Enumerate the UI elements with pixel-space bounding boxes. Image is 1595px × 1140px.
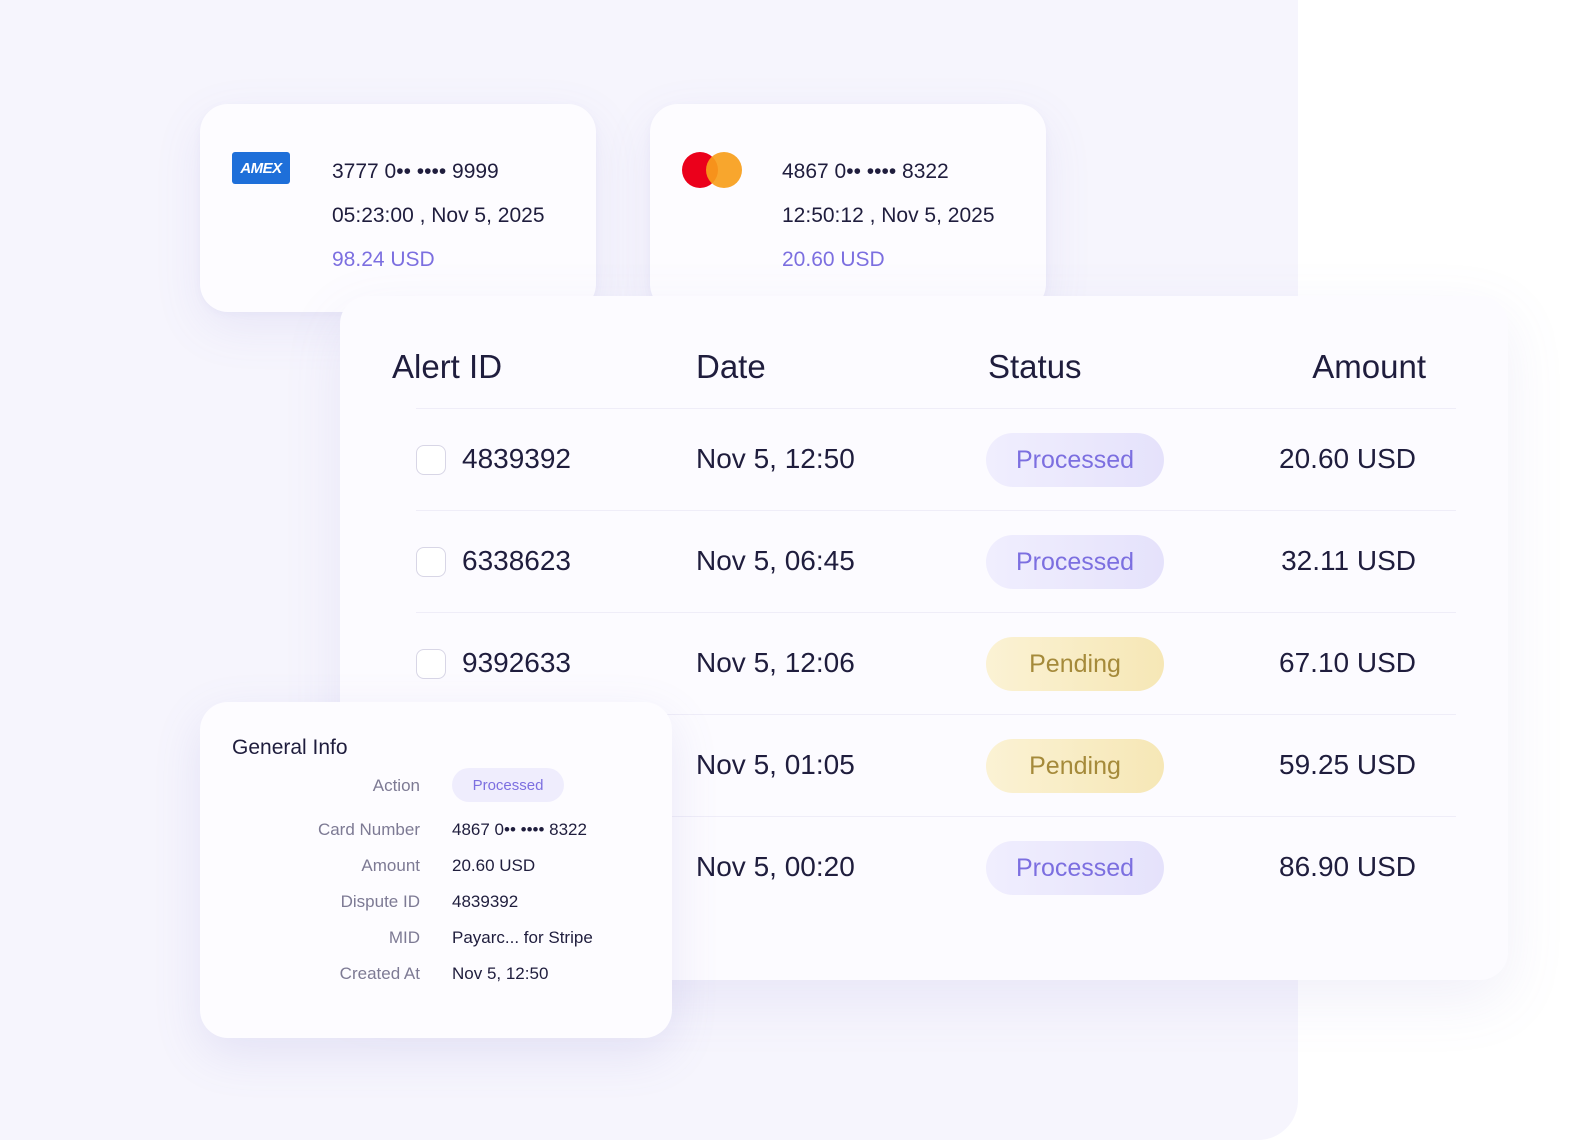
- card-amount: 20.60 USD: [782, 248, 885, 271]
- alert-id: 9392633: [462, 647, 572, 678]
- info-row-amount: Amount 20.60 USD: [200, 848, 672, 884]
- info-row-created-at: Created At Nov 5, 12:50: [200, 956, 672, 992]
- table-row[interactable]: 4839392 Nov 5, 12:50 Processed 20.60 USD: [416, 408, 1456, 512]
- transaction-card-amex[interactable]: AMEX 3777 0•• •••• 9999 05:23:00 , Nov 5…: [200, 104, 596, 312]
- card-number: 4867 0•• •••• 8322: [782, 160, 949, 183]
- info-label: Action: [372, 776, 420, 795]
- alert-id: 6338623: [462, 545, 572, 576]
- card-amount: 98.24 USD: [332, 248, 435, 271]
- status-badge: Processed: [986, 535, 1164, 589]
- status-badge: Processed: [986, 433, 1164, 487]
- info-value: 4867 0•• •••• 8322: [452, 820, 587, 839]
- column-header-amount[interactable]: Amount: [1312, 348, 1426, 386]
- status-badge: Pending: [986, 739, 1164, 793]
- info-label: Card Number: [317, 820, 420, 839]
- transaction-card-mastercard[interactable]: 4867 0•• •••• 8322 12:50:12 , Nov 5, 202…: [650, 104, 1046, 312]
- info-value: 4839392: [452, 892, 519, 911]
- alert-date: Nov 5, 12:50: [696, 443, 855, 474]
- table-row[interactable]: 6338623 Nov 5, 06:45 Processed 32.11 USD: [416, 510, 1456, 614]
- amex-logo-icon: AMEX: [232, 152, 290, 184]
- info-value: Payarc... for Stripe: [452, 928, 593, 947]
- alert-amount: 67.10 USD: [1279, 647, 1416, 678]
- info-row-card-number: Card Number 4867 0•• •••• 8322: [200, 812, 672, 848]
- alert-amount: 86.90 USD: [1279, 851, 1416, 882]
- info-value: 20.60 USD: [452, 856, 536, 875]
- alert-amount: 20.60 USD: [1279, 443, 1416, 474]
- alert-amount: 59.25 USD: [1279, 749, 1416, 780]
- column-header-alert-id[interactable]: Alert ID: [392, 348, 502, 386]
- action-status-badge: Processed: [452, 768, 564, 802]
- general-info-title: General Info: [232, 736, 348, 759]
- mastercard-logo-icon: [682, 152, 742, 188]
- row-checkbox[interactable]: [416, 445, 446, 475]
- alert-date: Nov 5, 06:45: [696, 545, 855, 576]
- column-header-date[interactable]: Date: [696, 348, 766, 386]
- row-checkbox[interactable]: [416, 649, 446, 679]
- card-datetime: 12:50:12 , Nov 5, 2025: [782, 204, 995, 227]
- info-row-action: Action Processed: [200, 768, 672, 804]
- alert-date: Nov 5, 01:05: [696, 749, 855, 780]
- column-header-status[interactable]: Status: [988, 348, 1082, 386]
- status-badge: Processed: [986, 841, 1164, 895]
- alert-date: Nov 5, 12:06: [696, 647, 855, 678]
- card-number: 3777 0•• •••• 9999: [332, 160, 499, 183]
- status-badge: Pending: [986, 637, 1164, 691]
- card-datetime: 05:23:00 , Nov 5, 2025: [332, 204, 545, 227]
- table-row[interactable]: 9392633 Nov 5, 12:06 Pending 67.10 USD: [416, 612, 1456, 716]
- info-label: Created At: [339, 964, 420, 983]
- info-row-dispute-id: Dispute ID 4839392: [200, 884, 672, 920]
- info-label: Amount: [361, 856, 420, 875]
- info-label: Dispute ID: [340, 892, 420, 911]
- alert-date: Nov 5, 00:20: [696, 851, 855, 882]
- info-row-mid: MID Payarc... for Stripe: [200, 920, 672, 956]
- general-info-panel: General Info Action Processed Card Numbe…: [200, 702, 672, 1038]
- alert-id: 4839392: [462, 443, 572, 474]
- info-value: Nov 5, 12:50: [452, 964, 549, 983]
- row-checkbox[interactable]: [416, 547, 446, 577]
- info-label: MID: [388, 928, 420, 947]
- alert-amount: 32.11 USD: [1281, 545, 1416, 576]
